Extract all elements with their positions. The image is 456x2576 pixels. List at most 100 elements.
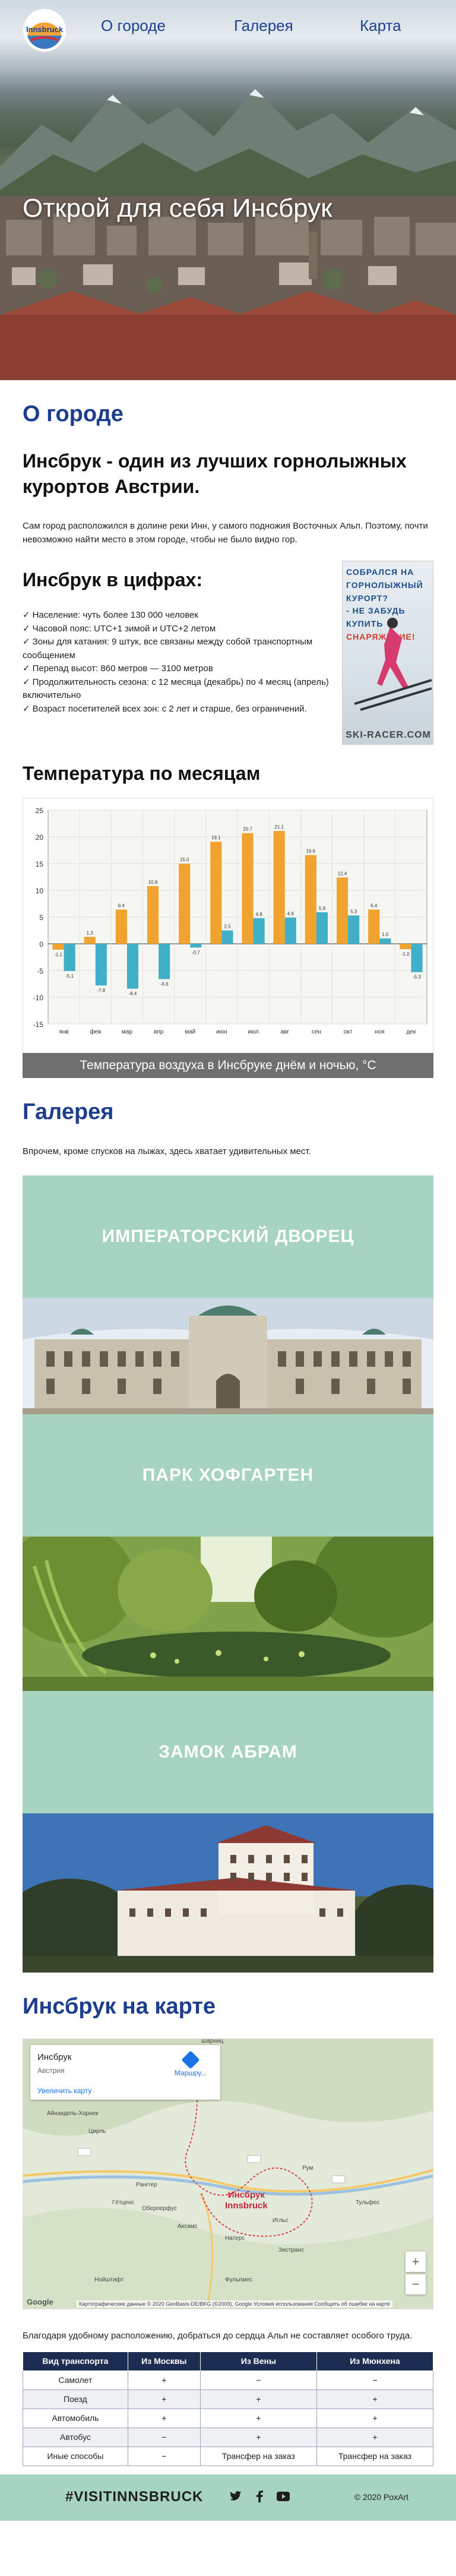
- data-label: 6.4: [118, 903, 125, 909]
- table-header: Из Вены: [200, 2351, 317, 2371]
- map-place-label: Зистранс: [278, 2247, 304, 2254]
- y-tick-label: -15: [33, 1020, 44, 1029]
- table-cell: −: [127, 2446, 201, 2466]
- ad-text-line: СОБРАЛСЯ НА: [346, 567, 414, 577]
- bar: [147, 886, 159, 944]
- x-tick-label: июн: [216, 1029, 227, 1035]
- ski-racer-ad-banner[interactable]: СОБРАЛСЯ НА ГОРНОЛЫЖНЫЙ КУРОРТ? - НЕ ЗАБ…: [342, 561, 433, 745]
- table-cell: +: [127, 2389, 201, 2409]
- google-map[interactable]: Шарниц Цирль Айнзидель-Хорнек Оберперфус…: [23, 2038, 433, 2310]
- x-tick-label: окт: [344, 1029, 353, 1035]
- route-button[interactable]: Маршру...: [167, 2050, 214, 2078]
- hero-title: Открой для себя Инсбрук: [23, 194, 332, 223]
- footer-hashtag: #VISITINNSBRUCK: [65, 2488, 204, 2505]
- data-label: -8.4: [129, 991, 137, 997]
- bar: [253, 918, 265, 944]
- gallery-title-palace: ИМПЕРАТОРСКИЙ ДВОРЕЦ: [23, 1175, 433, 1298]
- map-city-marker: Инсбрук Innsbruck: [225, 2190, 268, 2211]
- map-place-label: Аксамс: [178, 2223, 198, 2230]
- twitter-icon[interactable]: [229, 2490, 242, 2503]
- map-place-label: Игльс: [273, 2217, 289, 2224]
- table-cell: −: [127, 2427, 201, 2447]
- nav-link-map[interactable]: Карта: [360, 17, 401, 35]
- map-place-label: Оберперфус: [142, 2205, 178, 2212]
- data-label: 1.3: [87, 931, 94, 936]
- x-tick-label: июл: [248, 1029, 259, 1035]
- map-info-card: Инсбрук Австрия Увеличить карту Маршру..…: [30, 2045, 220, 2100]
- castle-image[interactable]: [23, 1813, 433, 1973]
- bar: [348, 915, 360, 944]
- facebook-icon[interactable]: [253, 2490, 266, 2503]
- zoom-in-button[interactable]: +: [406, 2252, 426, 2272]
- x-tick-label: ноя: [375, 1029, 385, 1035]
- zoom-out-button[interactable]: −: [406, 2274, 426, 2295]
- bar: [379, 938, 391, 944]
- data-label: 19.1: [211, 835, 221, 840]
- table-row: Иные способы − Трансфер на заказ Трансфе…: [23, 2446, 434, 2466]
- map-place-label: Рум: [302, 2165, 314, 2172]
- data-label: 5.3: [350, 909, 357, 915]
- bar: [179, 864, 191, 944]
- hofgarten-image[interactable]: [23, 1537, 433, 1692]
- bar: [210, 842, 222, 944]
- innsbruck-logo[interactable]: Innsbruck: [23, 8, 66, 52]
- numbers-section: Инсбрук в цифрах: Население: чуть более …: [23, 561, 433, 747]
- hero-mountains-image: [0, 89, 456, 214]
- data-label: 12.4: [338, 871, 347, 877]
- x-tick-label: авг: [280, 1029, 289, 1035]
- y-tick-label: 10: [36, 887, 44, 895]
- route-label: Маршру...: [174, 2069, 207, 2078]
- map-place-label: Тульфес: [356, 2199, 380, 2207]
- bar: [52, 944, 64, 950]
- data-label: -0.7: [192, 950, 200, 956]
- main-content: О городе Инсбрук - один из лучших горнол…: [0, 402, 456, 2466]
- table-cell: Автомобиль: [23, 2408, 128, 2428]
- x-tick-label: сен: [312, 1029, 321, 1035]
- nav-link-gallery[interactable]: Галерея: [234, 17, 293, 35]
- bar: [411, 944, 423, 973]
- table-cell: Автобус: [23, 2427, 128, 2447]
- table-header-row: Вид транспорта Из Москвы Из Вены Из Мюнх…: [23, 2351, 434, 2371]
- nav-link-about[interactable]: О городе: [101, 17, 166, 35]
- table-cell: +: [200, 2408, 317, 2428]
- y-tick-label: 25: [36, 807, 44, 815]
- bar: [159, 944, 170, 979]
- data-label: -1.0: [401, 952, 410, 957]
- map-attribution: Картографические данные © 2020 GeoBasis-…: [77, 2300, 392, 2308]
- fact-item: Население: чуть более 130 000 человек: [23, 609, 331, 622]
- table-cell: Трансфер на заказ: [316, 2446, 434, 2466]
- copyright: © 2020 PoxArt: [354, 2492, 408, 2502]
- table-cell: Иные способы: [23, 2446, 128, 2466]
- google-logo: Google: [27, 2297, 53, 2307]
- gallery-title-castle: ЗАМОК АБРАМ: [23, 1691, 433, 1814]
- bar: [336, 877, 349, 944]
- bar: [400, 944, 411, 950]
- palace-image[interactable]: [23, 1298, 433, 1415]
- map-place-label: Нойштифт: [94, 2277, 124, 2284]
- bar: [242, 833, 254, 944]
- table-cell: Трансфер на заказ: [200, 2446, 317, 2466]
- data-label: 4.8: [256, 912, 263, 917]
- gallery-intro: Впрочем, кроме спусков на лыжах, здесь х…: [23, 1146, 311, 1157]
- bar: [305, 855, 316, 944]
- youtube-icon[interactable]: [277, 2490, 290, 2503]
- data-label: -5.1: [65, 973, 74, 979]
- palace-illustration: [23, 1298, 433, 1415]
- map-place-label: Цирль: [88, 2128, 106, 2135]
- data-label: 21.1: [274, 824, 284, 830]
- map-place-country: Австрия: [37, 2066, 65, 2075]
- data-label: 15.0: [180, 857, 189, 862]
- data-label: 1.0: [382, 932, 389, 937]
- table-row: Самолет + − −: [23, 2370, 434, 2390]
- data-label: -6.6: [160, 982, 169, 987]
- data-label: -7.8: [97, 988, 105, 994]
- bar: [284, 918, 296, 944]
- castle-illustration: [23, 1813, 433, 1973]
- enlarge-map-link[interactable]: Увеличить карту: [37, 2087, 91, 2095]
- x-tick-label: май: [185, 1029, 195, 1035]
- fact-item: Зоны для катания: 9 штук, все связаны ме…: [23, 636, 331, 662]
- temperature-chart: 25 20 15 10 5 0 -5 -10 -15 -1.1 -5.1 янв 1.3 -7.8 фев 6…: [23, 798, 433, 1054]
- table-header: Из Москвы: [127, 2351, 201, 2371]
- x-tick-label: дек: [407, 1029, 416, 1035]
- table-cell: −: [316, 2370, 434, 2390]
